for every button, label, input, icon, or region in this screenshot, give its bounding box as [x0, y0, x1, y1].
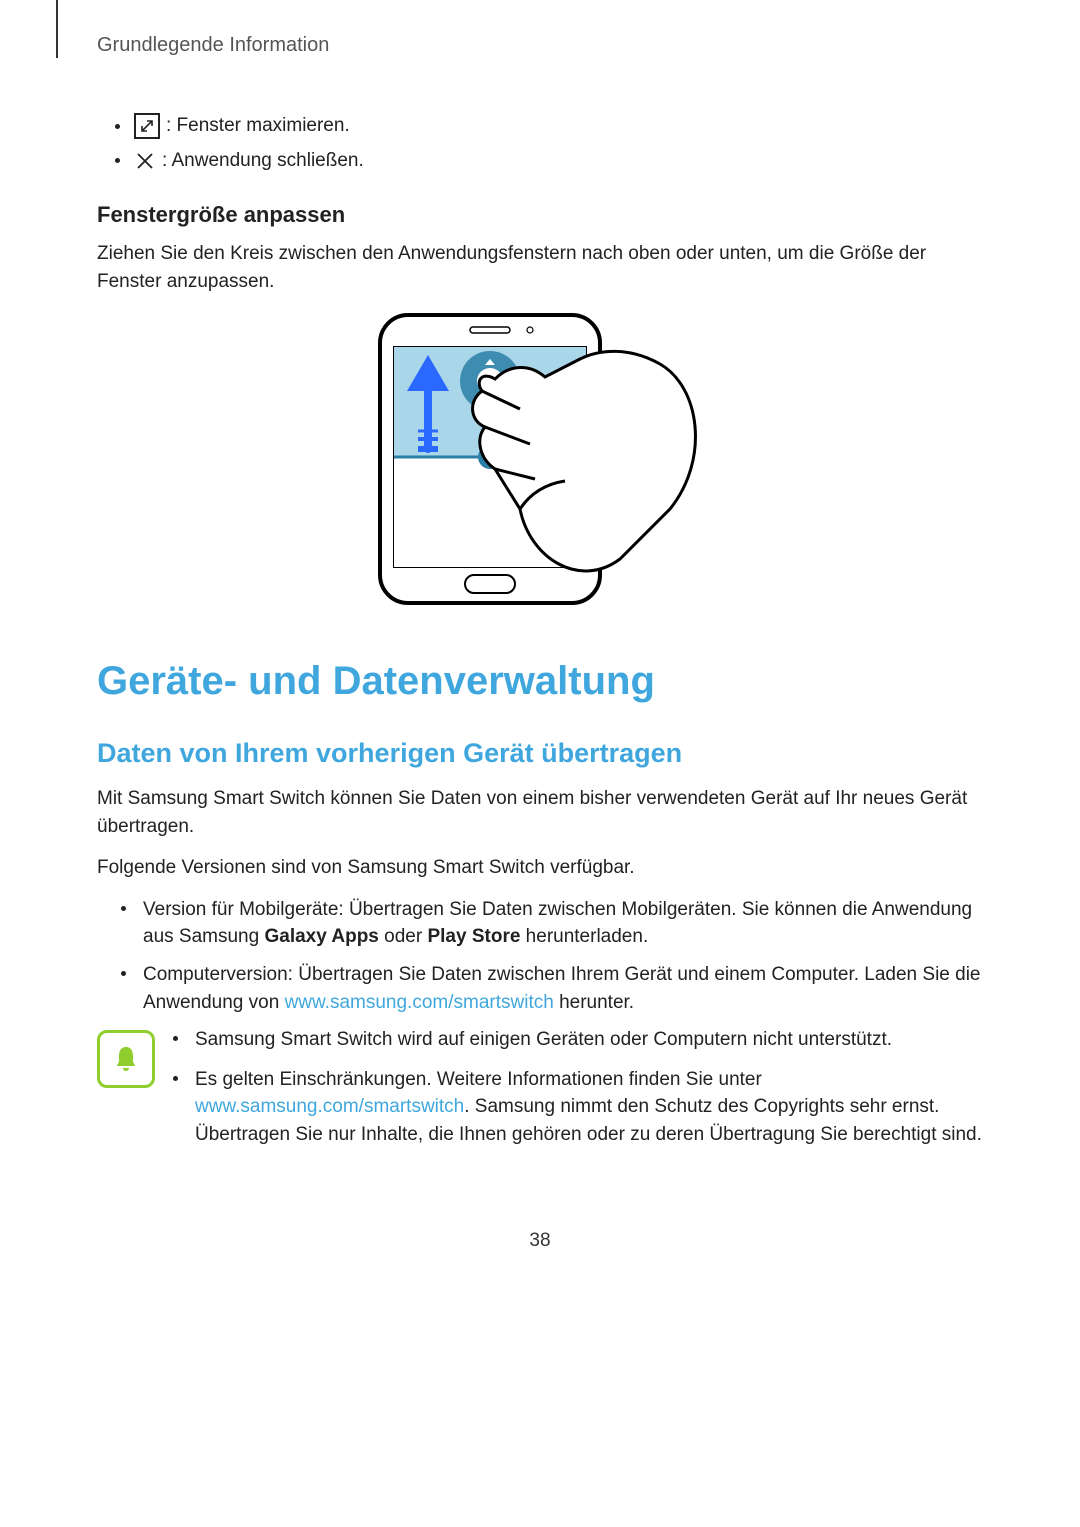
body-paragraph: Folgende Versionen sind von Samsung Smar…	[97, 854, 983, 882]
bold-text: Play Store	[427, 926, 520, 947]
page-number: 38	[97, 1230, 983, 1252]
body-paragraph: Mit Samsung Smart Switch können Sie Date…	[97, 785, 983, 840]
icon-function-list: : Fenster maximieren. : Anwendung schlie…	[97, 113, 983, 174]
note-list: Samsung Smart Switch wird auf einigen Ge…	[173, 1026, 983, 1160]
list-item: Computerversion: Übertragen Sie Daten zw…	[121, 961, 983, 1016]
list-item: Version für Mobilgeräte: Übertragen Sie …	[121, 896, 983, 951]
icon-desc: : Fenster maximieren.	[166, 113, 350, 140]
list-item: : Anwendung schließen.	[115, 148, 983, 175]
text: Samsung Smart Switch wird auf einigen Ge…	[195, 1029, 892, 1050]
text: oder	[379, 926, 428, 947]
version-list: Version für Mobilgeräte: Übertragen Sie …	[97, 896, 983, 1016]
section-heading: Daten von Ihrem vorherigen Gerät übertra…	[97, 738, 983, 769]
header-divider	[56, 0, 58, 58]
illustration-resize-window	[97, 309, 983, 609]
list-item: : Fenster maximieren.	[115, 113, 983, 140]
text: herunterladen.	[520, 926, 648, 947]
note-block: Samsung Smart Switch wird auf einigen Ge…	[97, 1026, 983, 1160]
list-item: Samsung Smart Switch wird auf einigen Ge…	[173, 1026, 983, 1054]
text: Es gelten Einschränkungen. Weitere Infor…	[195, 1069, 762, 1090]
text: herunter.	[554, 992, 634, 1013]
bullet-icon	[115, 124, 120, 129]
smartswitch-link[interactable]: www.samsung.com/smartswitch	[195, 1096, 464, 1117]
bullet-icon	[115, 158, 120, 163]
icon-desc: : Anwendung schließen.	[162, 148, 364, 175]
list-item: Es gelten Einschränkungen. Weitere Infor…	[173, 1066, 983, 1149]
bell-icon	[97, 1030, 155, 1088]
smartswitch-link[interactable]: www.samsung.com/smartswitch	[285, 992, 554, 1013]
body-paragraph: Ziehen Sie den Kreis zwischen den Anwend…	[97, 240, 983, 295]
bold-text: Galaxy Apps	[264, 926, 378, 947]
section-heading: Fenstergröße anpassen	[97, 202, 983, 228]
chapter-heading: Geräte- und Datenverwaltung	[97, 659, 983, 704]
close-icon	[134, 150, 156, 172]
maximize-icon	[134, 113, 160, 139]
page-header: Grundlegende Information	[97, 34, 983, 57]
